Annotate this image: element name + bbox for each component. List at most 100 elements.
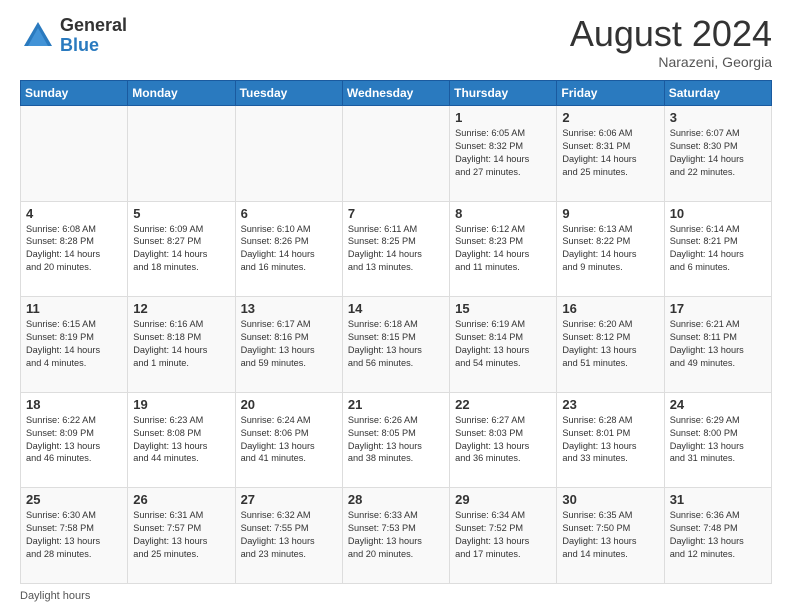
calendar-cell: 24Sunrise: 6:29 AM Sunset: 8:00 PM Dayli… — [664, 392, 771, 488]
calendar-cell: 3 Sunrise: 6:07 AM Sunset: 8:30 PM Daylig… — [664, 106, 771, 202]
day-info: Sunrise: 6:13 AM Sunset: 8:22 PM Dayligh… — [562, 223, 658, 275]
calendar-cell: 1Sunrise: 6:05 AM Sunset: 8:32 PM Daylig… — [450, 106, 557, 202]
calendar-cell: 7 Sunrise: 6:11 AM Sunset: 8:25 PM Daylig… — [342, 201, 449, 297]
day-of-week-header: Friday — [557, 81, 664, 106]
day-info: Sunrise: 6:09 AM Sunset: 8:27 PM Dayligh… — [133, 223, 229, 275]
calendar-cell: 28 Sunrise: 6:33 AM Sunset: 7:53 PM Dayli… — [342, 488, 449, 584]
day-number: 3 — [670, 110, 766, 125]
day-number: 8 — [455, 206, 551, 221]
day-info: Sunrise: 6:11 AM Sunset: 8:25 PM Dayligh… — [348, 223, 444, 275]
day-number: 22 — [455, 397, 551, 412]
calendar-cell: 19 Sunrise: 6:23 AM Sunset: 8:08 PM Dayli… — [128, 392, 235, 488]
day-info: Sunrise: 6:36 AM Sunset: 7:48 PM Dayligh… — [670, 509, 766, 561]
calendar-week-row: 18 Sunrise: 6:22 AM Sunset: 8:09 PM Dayli… — [21, 392, 772, 488]
calendar-cell: 20 Sunrise: 6:24 AM Sunset: 8:06 PM Dayli… — [235, 392, 342, 488]
day-number: 7 — [348, 206, 444, 221]
calendar-week-row: 1Sunrise: 6:05 AM Sunset: 8:32 PM Daylig… — [21, 106, 772, 202]
day-info: Sunrise: 6:27 AM Sunset: 8:03 PM Dayligh… — [455, 414, 551, 466]
day-info: Sunrise: 6:24 AM Sunset: 8:06 PM Dayligh… — [241, 414, 337, 466]
day-number: 10 — [670, 206, 766, 221]
day-info: Sunrise: 6:29 AM Sunset: 8:00 PM Dayligh… — [670, 414, 766, 466]
calendar-cell: 22 Sunrise: 6:27 AM Sunset: 8:03 PM Dayli… — [450, 392, 557, 488]
day-info: Sunrise: 6:35 AM Sunset: 7:50 PM Dayligh… — [562, 509, 658, 561]
day-info: Sunrise: 6:06 AM Sunset: 8:31 PM Dayligh… — [562, 127, 658, 179]
logo-blue: Blue — [60, 36, 127, 56]
calendar-cell: 18 Sunrise: 6:22 AM Sunset: 8:09 PM Dayli… — [21, 392, 128, 488]
day-number: 6 — [241, 206, 337, 221]
footer: Daylight hours — [20, 590, 772, 602]
day-info: Sunrise: 6:21 AM Sunset: 8:11 PM Dayligh… — [670, 318, 766, 370]
day-number: 11 — [26, 301, 122, 316]
day-number: 1 — [455, 110, 551, 125]
calendar-cell: 6Sunrise: 6:10 AM Sunset: 8:26 PM Daylig… — [235, 201, 342, 297]
calendar-cell: 9 Sunrise: 6:13 AM Sunset: 8:22 PM Daylig… — [557, 201, 664, 297]
day-of-week-header: Sunday — [21, 81, 128, 106]
day-number: 19 — [133, 397, 229, 412]
calendar-cell: 30 Sunrise: 6:35 AM Sunset: 7:50 PM Dayli… — [557, 488, 664, 584]
calendar-cell: 14 Sunrise: 6:18 AM Sunset: 8:15 PM Dayli… — [342, 297, 449, 393]
day-number: 14 — [348, 301, 444, 316]
day-number: 2 — [562, 110, 658, 125]
day-info: Sunrise: 6:31 AM Sunset: 7:57 PM Dayligh… — [133, 509, 229, 561]
day-of-week-header: Tuesday — [235, 81, 342, 106]
logo: General Blue — [20, 16, 127, 56]
day-info: Sunrise: 6:07 AM Sunset: 8:30 PM Dayligh… — [670, 127, 766, 179]
day-info: Sunrise: 6:23 AM Sunset: 8:08 PM Dayligh… — [133, 414, 229, 466]
logo-icon — [20, 18, 56, 54]
day-number: 15 — [455, 301, 551, 316]
calendar-week-row: 11 Sunrise: 6:15 AM Sunset: 8:19 PM Dayli… — [21, 297, 772, 393]
day-info: Sunrise: 6:22 AM Sunset: 8:09 PM Dayligh… — [26, 414, 122, 466]
day-number: 9 — [562, 206, 658, 221]
title-block: August 2024 Narazeni, Georgia — [570, 16, 772, 70]
day-number: 23 — [562, 397, 658, 412]
calendar: SundayMondayTuesdayWednesdayThursdayFrid… — [20, 80, 772, 584]
month-title: August 2024 — [570, 16, 772, 52]
day-number: 21 — [348, 397, 444, 412]
calendar-week-row: 4Sunrise: 6:08 AM Sunset: 8:28 PM Daylig… — [21, 201, 772, 297]
day-info: Sunrise: 6:33 AM Sunset: 7:53 PM Dayligh… — [348, 509, 444, 561]
day-number: 31 — [670, 492, 766, 507]
calendar-cell — [128, 106, 235, 202]
day-info: Sunrise: 6:14 AM Sunset: 8:21 PM Dayligh… — [670, 223, 766, 275]
day-number: 29 — [455, 492, 551, 507]
day-info: Sunrise: 6:15 AM Sunset: 8:19 PM Dayligh… — [26, 318, 122, 370]
footer-text: Daylight hours — [20, 590, 90, 602]
calendar-cell: 13Sunrise: 6:17 AM Sunset: 8:16 PM Dayli… — [235, 297, 342, 393]
calendar-cell: 31 Sunrise: 6:36 AM Sunset: 7:48 PM Dayli… — [664, 488, 771, 584]
calendar-cell — [235, 106, 342, 202]
calendar-cell: 23 Sunrise: 6:28 AM Sunset: 8:01 PM Dayli… — [557, 392, 664, 488]
calendar-cell: 2 Sunrise: 6:06 AM Sunset: 8:31 PM Daylig… — [557, 106, 664, 202]
calendar-cell: 27Sunrise: 6:32 AM Sunset: 7:55 PM Dayli… — [235, 488, 342, 584]
day-number: 17 — [670, 301, 766, 316]
calendar-week-row: 25 Sunrise: 6:30 AM Sunset: 7:58 PM Dayli… — [21, 488, 772, 584]
day-info: Sunrise: 6:20 AM Sunset: 8:12 PM Dayligh… — [562, 318, 658, 370]
calendar-cell: 11 Sunrise: 6:15 AM Sunset: 8:19 PM Dayli… — [21, 297, 128, 393]
day-info: Sunrise: 6:30 AM Sunset: 7:58 PM Dayligh… — [26, 509, 122, 561]
day-info: Sunrise: 6:28 AM Sunset: 8:01 PM Dayligh… — [562, 414, 658, 466]
day-number: 25 — [26, 492, 122, 507]
day-number: 26 — [133, 492, 229, 507]
calendar-cell: 4Sunrise: 6:08 AM Sunset: 8:28 PM Daylig… — [21, 201, 128, 297]
day-number: 12 — [133, 301, 229, 316]
calendar-cell: 8 Sunrise: 6:12 AM Sunset: 8:23 PM Daylig… — [450, 201, 557, 297]
day-number: 30 — [562, 492, 658, 507]
location-subtitle: Narazeni, Georgia — [570, 54, 772, 70]
day-info: Sunrise: 6:12 AM Sunset: 8:23 PM Dayligh… — [455, 223, 551, 275]
day-number: 20 — [241, 397, 337, 412]
calendar-cell: 25 Sunrise: 6:30 AM Sunset: 7:58 PM Dayli… — [21, 488, 128, 584]
calendar-cell: 12 Sunrise: 6:16 AM Sunset: 8:18 PM Dayli… — [128, 297, 235, 393]
day-number: 18 — [26, 397, 122, 412]
day-info: Sunrise: 6:16 AM Sunset: 8:18 PM Dayligh… — [133, 318, 229, 370]
day-of-week-header: Wednesday — [342, 81, 449, 106]
page: General Blue August 2024 Narazeni, Georg… — [0, 0, 792, 612]
calendar-cell: 17 Sunrise: 6:21 AM Sunset: 8:11 PM Dayli… — [664, 297, 771, 393]
calendar-cell — [342, 106, 449, 202]
calendar-cell: 29Sunrise: 6:34 AM Sunset: 7:52 PM Dayli… — [450, 488, 557, 584]
header: General Blue August 2024 Narazeni, Georg… — [20, 16, 772, 70]
calendar-cell: 5Sunrise: 6:09 AM Sunset: 8:27 PM Daylig… — [128, 201, 235, 297]
day-of-week-header: Saturday — [664, 81, 771, 106]
day-number: 28 — [348, 492, 444, 507]
day-info: Sunrise: 6:19 AM Sunset: 8:14 PM Dayligh… — [455, 318, 551, 370]
day-info: Sunrise: 6:18 AM Sunset: 8:15 PM Dayligh… — [348, 318, 444, 370]
day-number: 16 — [562, 301, 658, 316]
